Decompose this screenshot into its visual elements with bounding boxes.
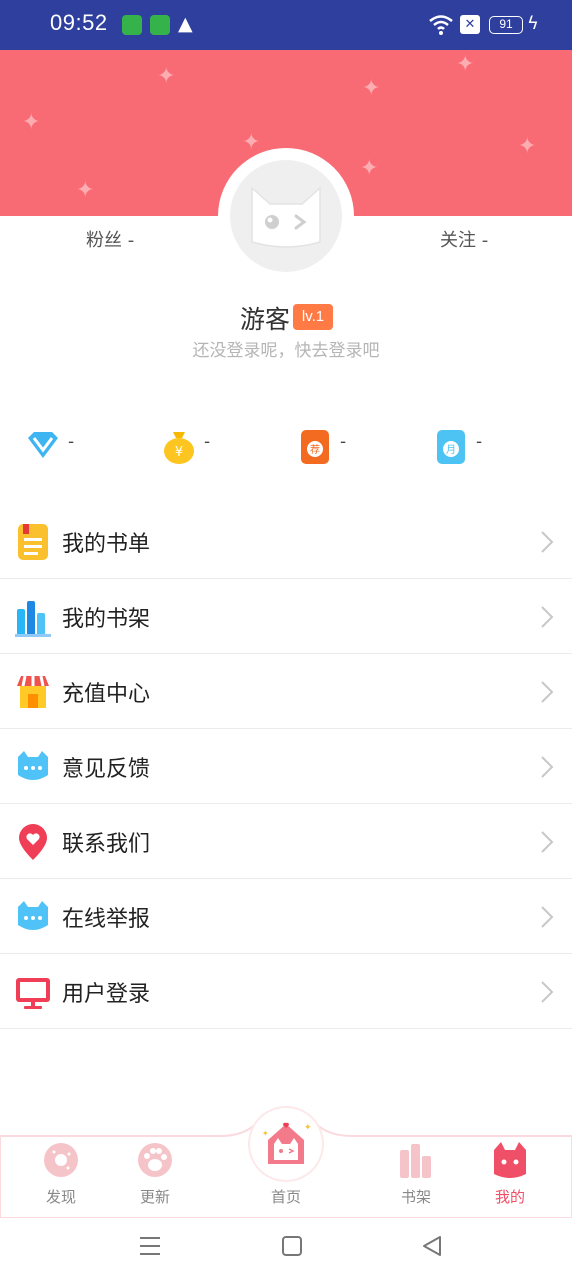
fans-count[interactable]: 粉丝 -	[86, 226, 134, 252]
menu-label: 在线举报	[62, 907, 151, 932]
sim-icon	[122, 15, 142, 35]
chevron-right-icon	[541, 681, 554, 703]
sparkle-icon: ✦	[360, 156, 379, 181]
stat-value: -	[476, 432, 483, 452]
menu-label: 充值中心	[62, 682, 151, 707]
menu-item-login[interactable]: 用户登录	[0, 954, 572, 1029]
nav-updates[interactable]: 更新	[125, 1136, 185, 1210]
home-button-circle: ✦ ✦	[250, 1108, 322, 1180]
store-icon	[17, 675, 49, 708]
nav-label: 更新	[139, 1188, 170, 1206]
nav-label: 首页	[270, 1188, 301, 1206]
charging-icon: ϟ	[527, 13, 539, 34]
username: 游客	[240, 305, 291, 334]
books-icon	[400, 1144, 431, 1178]
home-square-icon[interactable]	[278, 1232, 306, 1260]
cat-face-icon	[251, 186, 321, 248]
nav-bookshelf[interactable]: 书架	[386, 1136, 446, 1210]
svg-text:荐: 荐	[310, 444, 320, 456]
bookshelf-icon	[15, 601, 51, 637]
menu-item-feedback[interactable]: 意见反馈	[0, 729, 572, 804]
bottom-nav: 发现 更新 ✦ ✦ 首页 书架 我的	[0, 1106, 572, 1218]
diamond-icon	[28, 432, 58, 458]
menu-item-bookshelf[interactable]: 我的书架	[0, 579, 572, 654]
back-triangle-icon[interactable]	[418, 1232, 446, 1260]
svg-text:¥: ¥	[175, 445, 183, 460]
stat-value: -	[68, 432, 75, 452]
cat-chat-icon	[18, 901, 48, 930]
login-hint[interactable]: 还没登录呢，快去登录吧	[0, 336, 572, 361]
chevron-right-icon	[541, 531, 554, 553]
nav-discover[interactable]: 发现	[31, 1136, 91, 1210]
sparkle-icon: ✦	[157, 64, 176, 89]
menu-label: 我的书单	[62, 532, 151, 557]
status-time: 09:52	[50, 10, 108, 35]
nav-label: 发现	[45, 1188, 76, 1206]
sparkle-icon: ✦	[456, 52, 475, 77]
sparkle-icon: ✦	[518, 134, 537, 159]
stat-value: -	[340, 432, 347, 452]
notification-x-icon: ✕	[460, 15, 480, 34]
sparkle-icon: ✦	[242, 130, 261, 155]
money-bag-icon: ¥	[164, 432, 194, 464]
svg-text:✦: ✦	[262, 1129, 269, 1138]
book-list-icon	[18, 524, 48, 560]
menu-label: 联系我们	[62, 832, 151, 857]
svg-text:月: 月	[446, 444, 456, 456]
menu-label: 意见反馈	[62, 757, 151, 782]
recommend-ticket-icon: 荐	[301, 430, 329, 464]
menu-label: 我的书架	[62, 607, 151, 632]
stat-value: -	[204, 432, 211, 452]
nav-label: 我的	[494, 1188, 525, 1206]
avatar-image	[230, 160, 342, 272]
sparkle-icon: ✦	[76, 178, 95, 203]
monthly-ticket-icon: 月	[437, 430, 465, 464]
level-badge: lv.1	[293, 304, 333, 330]
home-cat-icon: ✦ ✦	[262, 1122, 312, 1164]
chevron-right-icon	[541, 606, 554, 628]
menu-label: 用户登录	[62, 982, 151, 1007]
donut-icon	[44, 1143, 78, 1177]
location-heart-icon	[19, 824, 47, 860]
menu-item-report[interactable]: 在线举报	[0, 879, 572, 954]
wifi-icon	[429, 15, 453, 35]
sparkle-icon: ✦	[362, 76, 381, 101]
monitor-icon	[16, 978, 50, 1009]
battery-icon: 91	[489, 16, 523, 34]
chevron-right-icon	[541, 906, 554, 928]
cat-chat-icon	[18, 751, 48, 780]
follow-count[interactable]: 关注 -	[440, 226, 488, 252]
menu-item-contact[interactable]: 联系我们	[0, 804, 572, 879]
nav-label: 书架	[400, 1188, 431, 1206]
chevron-right-icon	[541, 756, 554, 778]
nav-home[interactable]: ✦ ✦ 首页	[247, 1106, 325, 1214]
svg-text:✦: ✦	[304, 1123, 312, 1133]
chevron-right-icon	[541, 981, 554, 1003]
nav-mine[interactable]: 我的	[480, 1136, 540, 1210]
shield-icon	[150, 15, 170, 35]
system-nav-bar	[0, 1218, 572, 1280]
paw-icon	[138, 1143, 172, 1177]
menu-item-recharge[interactable]: 充值中心	[0, 654, 572, 729]
chevron-right-icon	[541, 831, 554, 853]
cat-profile-icon	[494, 1142, 526, 1178]
warning-icon: ▲	[178, 13, 193, 35]
avatar[interactable]	[218, 148, 354, 284]
menu-list: 我的书单 我的书架 充值中心 意见反馈 联系我们 在线举报 用户登录	[0, 504, 572, 1029]
status-bar: 09:52 ▲ ✕ 91 ϟ	[0, 0, 572, 50]
menu-icon[interactable]	[136, 1232, 164, 1260]
sparkle-icon: ✦	[22, 110, 41, 135]
menu-item-book-list[interactable]: 我的书单	[0, 504, 572, 579]
